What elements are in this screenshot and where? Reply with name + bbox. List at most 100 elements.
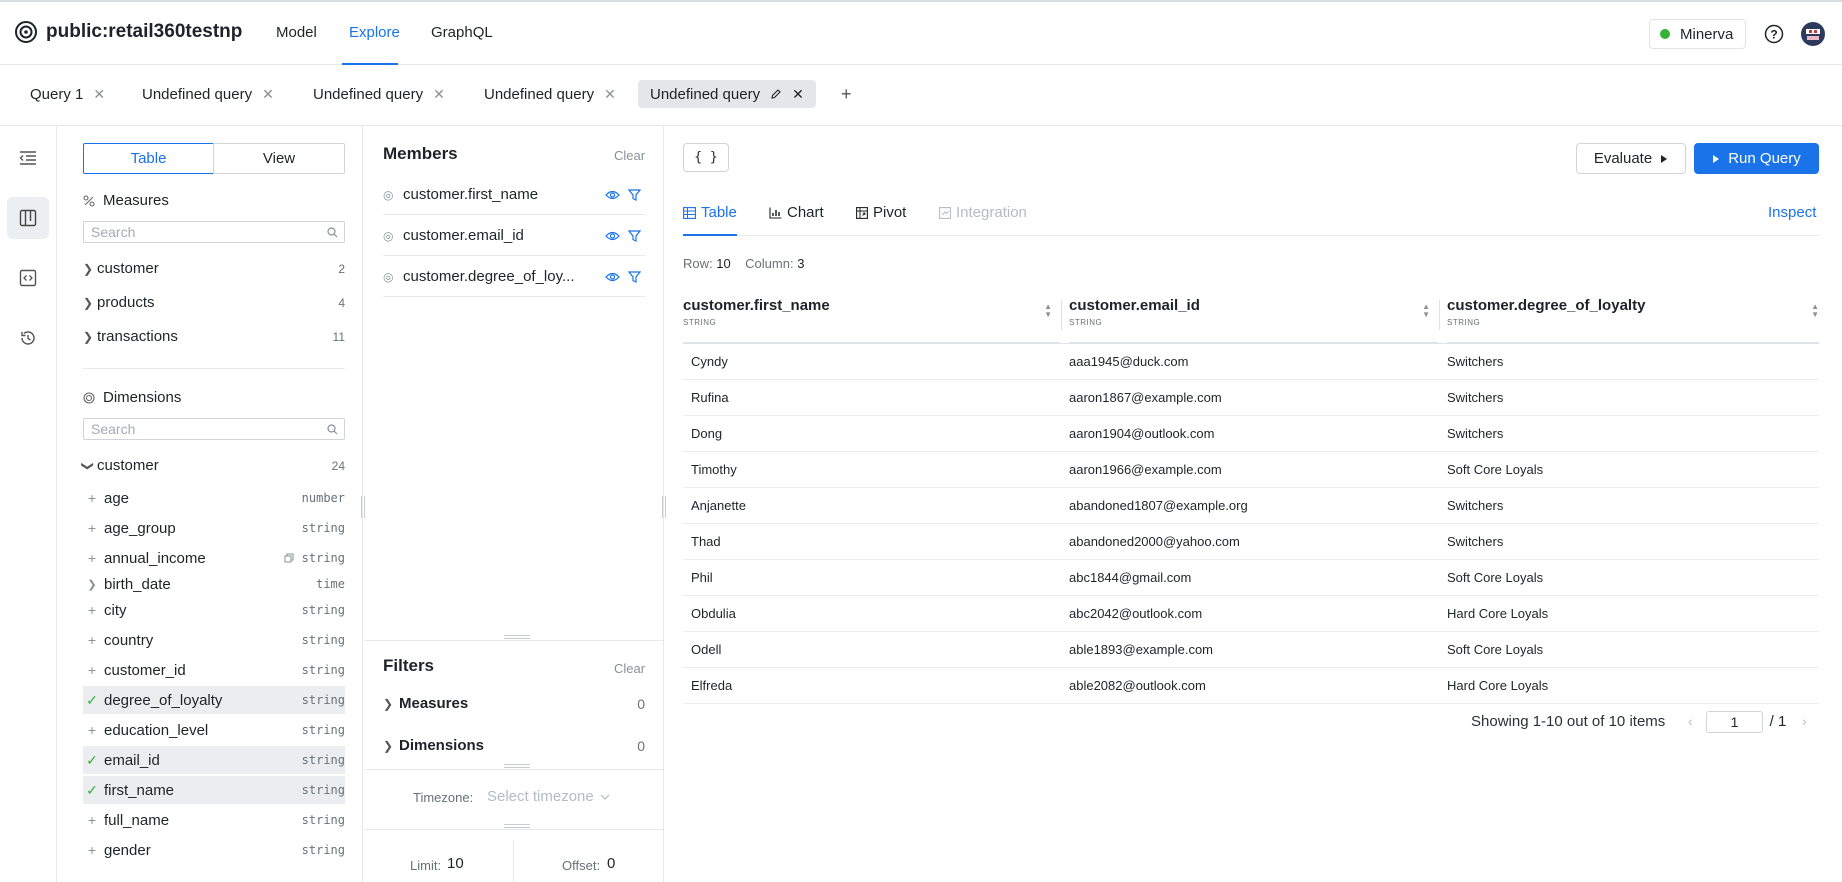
table-row[interactable]: Elfreda able2082@outlook.com Hard Core Loy…: [683, 668, 1819, 704]
filters-measures-group[interactable]: ❯ Measures 0: [383, 695, 645, 712]
eye-icon[interactable]: [601, 190, 623, 200]
dimension-field-selected[interactable]: ✓ first_name string: [83, 776, 345, 804]
measure-group-customer[interactable]: ❯ customer 2: [83, 260, 345, 277]
dimension-field[interactable]: + annual_income string: [83, 544, 345, 572]
nav-graphql[interactable]: GraphQL: [431, 24, 493, 41]
column-header[interactable]: customer.degree_of_loyalty STRING ▲ ▼: [1447, 293, 1819, 343]
sort-icon[interactable]: ▲ ▼: [1811, 303, 1819, 319]
table-row[interactable]: Cyndy aaa1945@duck.com Switchers: [683, 344, 1819, 380]
inspect-link[interactable]: Inspect: [1768, 204, 1816, 221]
close-icon[interactable]: ✕: [433, 86, 445, 103]
dimension-field[interactable]: + age_group string: [83, 514, 345, 542]
dimension-field[interactable]: ❯ birth_date time: [83, 570, 345, 598]
column-name: customer.degree_of_loyalty: [1447, 297, 1646, 314]
dimension-field-selected[interactable]: ✓ degree_of_loyalty string: [83, 686, 345, 714]
measure-group-products[interactable]: ❯ products 4: [83, 294, 345, 311]
query-tab[interactable]: Undefined query ✕: [130, 80, 286, 108]
column-resize-handle[interactable]: [1439, 300, 1440, 330]
user-avatar[interactable]: [1800, 21, 1826, 47]
member-item[interactable]: ◎ customer.degree_of_loy...: [383, 257, 645, 297]
panel-resize-handle[interactable]: [504, 764, 530, 768]
member-item[interactable]: ◎ customer.email_id: [383, 216, 645, 256]
brand[interactable]: public:retail360testnp: [14, 20, 242, 44]
edit-icon[interactable]: [770, 88, 782, 100]
dimension-field[interactable]: + gender string: [83, 836, 345, 864]
table-row[interactable]: Obdulia abc2042@outlook.com Hard Core Loya…: [683, 596, 1819, 632]
measure-group-transactions[interactable]: ❯ transactions 11: [83, 328, 345, 345]
dimension-field[interactable]: + age number: [83, 484, 345, 512]
group-name: products: [97, 294, 155, 311]
help-icon[interactable]: ?: [1764, 24, 1784, 44]
close-icon[interactable]: ✕: [604, 86, 616, 103]
add-icon: +: [87, 490, 97, 506]
table-row[interactable]: Phil abc1844@gmail.com Soft Core Loyals: [683, 560, 1819, 596]
dimension-field-selected[interactable]: ✓ email_id string: [83, 746, 345, 774]
schema-panel-icon[interactable]: [7, 197, 49, 239]
table-cell: aaron1904@outlook.com: [1069, 426, 1215, 441]
table-row[interactable]: Timothy aaron1966@example.com Soft Core Lo…: [683, 452, 1819, 488]
dimension-group-customer[interactable]: ❯ customer 24: [81, 457, 345, 474]
sort-icon[interactable]: ▲ ▼: [1422, 303, 1430, 319]
close-icon[interactable]: ✕: [262, 86, 274, 103]
run-query-button[interactable]: Run Query: [1694, 143, 1819, 174]
nav-explore[interactable]: Explore: [349, 24, 400, 41]
table-row[interactable]: Dong aaron1904@outlook.com Switchers: [683, 416, 1819, 452]
dimension-field[interactable]: + city string: [83, 596, 345, 624]
query-tab[interactable]: Undefined query ✕: [472, 80, 628, 108]
timezone-select[interactable]: Select timezone: [487, 788, 610, 805]
sort-icon[interactable]: ▲ ▼: [1044, 303, 1052, 319]
column-resize-handle[interactable]: [1061, 300, 1062, 330]
members-clear-button[interactable]: Clear: [614, 148, 645, 163]
filter-icon[interactable]: [623, 229, 645, 242]
tab-chart[interactable]: Chart: [769, 204, 824, 221]
json-button[interactable]: { }: [683, 143, 729, 172]
filters-dimensions-group[interactable]: ❯ Dimensions 0: [383, 737, 645, 754]
measures-search-input[interactable]: Search: [83, 221, 345, 243]
limit-input[interactable]: 10: [447, 855, 464, 872]
chevron-right-icon: ❯: [383, 696, 394, 711]
dimension-field[interactable]: + education_level string: [83, 716, 345, 744]
query-tab[interactable]: Query 1 ✕: [18, 80, 117, 108]
panel-resize-handle[interactable]: [504, 824, 530, 828]
add-tab-icon[interactable]: +: [841, 84, 852, 105]
member-item[interactable]: ◎ customer.first_name: [383, 175, 645, 215]
column-header[interactable]: customer.first_name STRING ▲ ▼: [683, 293, 1060, 343]
filters-clear-button[interactable]: Clear: [614, 661, 645, 676]
code-view-icon[interactable]: [7, 257, 49, 299]
panel-resize-handle[interactable]: [504, 635, 530, 639]
column-header[interactable]: customer.email_id STRING ▲ ▼: [1069, 293, 1438, 343]
dimension-field[interactable]: + country string: [83, 626, 345, 654]
dimension-field[interactable]: + full_name string: [83, 806, 345, 834]
history-icon[interactable]: [7, 317, 49, 359]
table-cell: Soft Core Loyals: [1447, 462, 1544, 477]
environment-selector[interactable]: Minerva: [1649, 19, 1746, 49]
nav-model[interactable]: Model: [276, 24, 317, 41]
field-type: string: [301, 521, 345, 535]
dimensions-search-input[interactable]: Search: [83, 418, 345, 440]
table-row[interactable]: Rufina aaron1867@example.com Switchers: [683, 380, 1819, 416]
field-type: number: [301, 491, 345, 505]
toggle-table[interactable]: Table: [83, 143, 214, 174]
page-input[interactable]: 1: [1706, 711, 1763, 733]
close-icon[interactable]: ✕: [93, 86, 105, 103]
table-row[interactable]: Thad abandoned2000@yahoo.com Switchers: [683, 524, 1819, 560]
dimension-field[interactable]: + customer_id string: [83, 656, 345, 684]
eye-icon[interactable]: [601, 231, 623, 241]
collapse-sidebar-icon[interactable]: [7, 137, 49, 179]
tab-table[interactable]: Table: [683, 204, 737, 221]
column-name: customer.first_name: [683, 297, 830, 314]
offset-input[interactable]: 0: [607, 855, 615, 872]
evaluate-button[interactable]: Evaluate: [1576, 143, 1686, 174]
query-tab-active[interactable]: Undefined query ✕: [638, 80, 816, 108]
toggle-view[interactable]: View: [213, 143, 345, 174]
tab-pivot[interactable]: Pivot: [856, 204, 906, 221]
table-row[interactable]: Anjanette abandoned1807@example.org Switch…: [683, 488, 1819, 524]
eye-icon[interactable]: [601, 272, 623, 282]
filter-icon[interactable]: [623, 270, 645, 283]
close-icon[interactable]: ✕: [792, 86, 804, 103]
chevron-right-icon[interactable]: ›: [1802, 713, 1807, 729]
filter-icon[interactable]: [623, 188, 645, 201]
table-row[interactable]: Odell able1893@example.com Soft Core Loyal…: [683, 632, 1819, 668]
query-tab[interactable]: Undefined query ✕: [301, 80, 457, 108]
chevron-left-icon[interactable]: ‹: [1688, 713, 1693, 729]
